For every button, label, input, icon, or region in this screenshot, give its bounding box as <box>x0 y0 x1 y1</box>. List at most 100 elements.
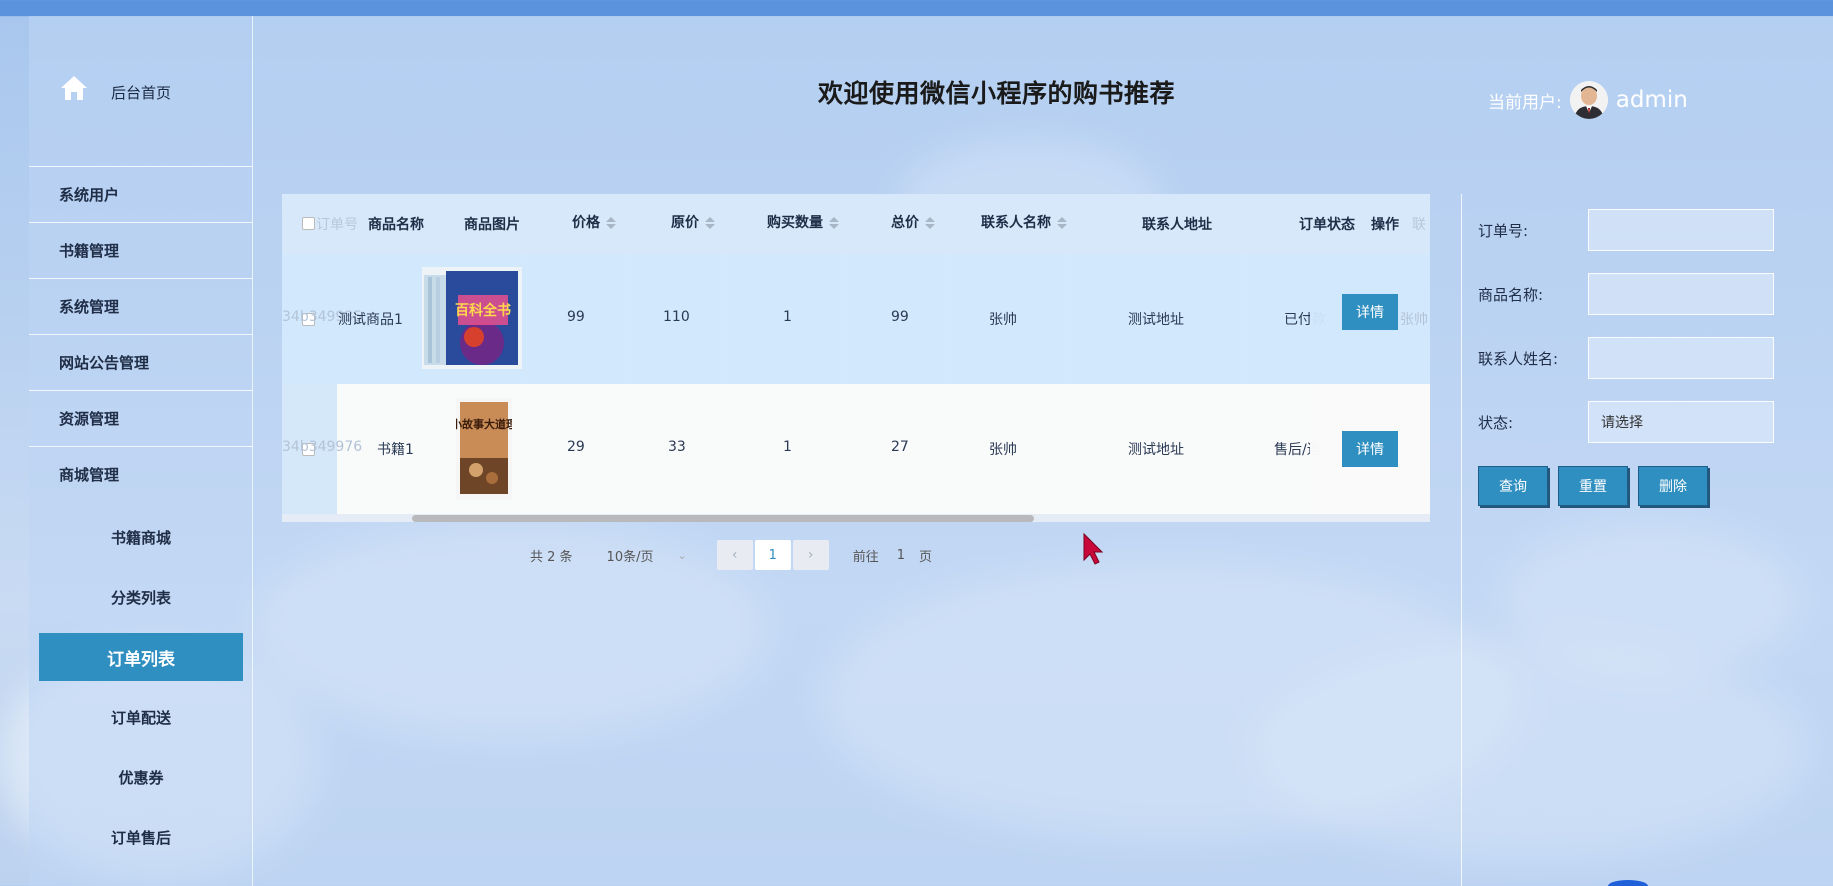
sidebar-item-announcement[interactable]: 网站公告管理 <box>29 334 253 390</box>
header-qty[interactable]: 购买数量 <box>767 212 839 232</box>
avatar-icon <box>1569 81 1608 119</box>
submenu-order-list[interactable]: 订单列表 <box>39 633 243 681</box>
goods-image[interactable]: 小故事大道理 <box>450 398 517 500</box>
sidebar-item-label: 商城管理 <box>59 466 120 484</box>
header-total-label: 总价 <box>891 215 919 231</box>
cell-goods-name: 测试商品1 <box>338 312 403 328</box>
cell-total: 99 <box>891 309 909 325</box>
contact-name-label: 联系人姓名: <box>1478 350 1559 368</box>
home-label: 后台首页 <box>111 84 172 102</box>
sidebar-item-label: 资源管理 <box>59 410 120 428</box>
cell-price: 99 <box>567 309 585 325</box>
header-order-status-label: 订单状态 <box>1299 217 1355 233</box>
cell-price: 29 <box>567 439 585 455</box>
sort-icon[interactable] <box>606 217 616 229</box>
pagination-total: 共 2 条 <box>530 549 573 565</box>
page-number[interactable]: 1 <box>754 540 791 570</box>
current-user-label: 当前用户: <box>1488 92 1562 113</box>
goods-name-label: 商品名称: <box>1478 286 1544 304</box>
sidebar-item-resources[interactable]: 资源管理 <box>29 390 253 446</box>
header-goods-image: 商品图片 <box>464 217 520 233</box>
header-contact-name[interactable]: 联系人名称 <box>981 212 1067 232</box>
prev-page-button[interactable]: ‹ <box>716 540 753 570</box>
user-info: 当前用户: admin <box>1488 78 1688 122</box>
orders-table: 订单号 商品名称 商品图片 价格 原价 购买数量 总价 联系人名称 联系人地址 … <box>282 194 1430 522</box>
cell-total: 27 <box>891 439 909 455</box>
order-no-input[interactable] <box>1588 209 1774 251</box>
submenu-after-sales[interactable]: 订单售后 <box>29 807 253 867</box>
sort-icon[interactable] <box>925 217 935 229</box>
goto-page-input[interactable]: 1 <box>897 548 905 563</box>
sidebar-item-system-management[interactable]: 系统管理 <box>29 278 253 334</box>
header-orig-price[interactable]: 原价 <box>671 212 715 232</box>
contact-name-input[interactable] <box>1588 337 1774 379</box>
cell-contact-addr: 测试地址 <box>1128 312 1184 328</box>
sidebar-menu: 系统用户 书籍管理 系统管理 网站公告管理 资源管理 商城管理 <box>29 166 253 502</box>
header-goods-name: 商品名称 <box>368 217 424 233</box>
header-price-label: 价格 <box>572 215 600 231</box>
header-order-no[interactable]: 订单号 <box>316 214 358 234</box>
goods-name-input[interactable] <box>1588 273 1774 315</box>
query-button[interactable]: 查询 <box>1478 466 1548 506</box>
goods-image[interactable]: 百科全书 <box>422 267 522 369</box>
table-header: 订单号 商品名称 商品图片 价格 原价 购买数量 总价 联系人名称 联系人地址 … <box>282 194 1430 254</box>
page-size-select[interactable]: 10条/页 ⌄ <box>607 546 687 565</box>
cover-title: 百科全书 <box>455 302 511 319</box>
header-order-status: 订单状态 <box>1299 214 1355 234</box>
cell-contact-addr: 测试地址 <box>1128 442 1184 458</box>
sort-icon[interactable] <box>829 217 839 229</box>
reset-button[interactable]: 重置 <box>1558 466 1628 506</box>
page-suffix: 页 <box>919 549 933 565</box>
sort-icon[interactable] <box>705 217 715 229</box>
header-extra: 联 <box>1412 217 1426 233</box>
sidebar-item-mall[interactable]: 商城管理 <box>29 446 253 502</box>
header-contact-name-label: 联系人名称 <box>981 215 1051 231</box>
status-label: 状态: <box>1478 414 1514 432</box>
goto-label: 前往 <box>852 549 879 565</box>
cell-contact-name: 张帅 <box>989 312 1017 328</box>
chevron-left-icon: ‹ <box>731 547 738 563</box>
cell-contact-name: 张帅 <box>989 442 1017 458</box>
status-select-value: 请选择 <box>1601 415 1643 431</box>
goto-page: 前往 1 页 <box>853 546 932 565</box>
submenu-book-mall[interactable]: 书籍商城 <box>29 507 253 567</box>
horizontal-scrollbar[interactable] <box>412 515 1034 522</box>
delete-button[interactable]: 删除 <box>1638 466 1708 506</box>
cell-goods-name: 书籍1 <box>377 442 414 458</box>
floating-widget[interactable] <box>1608 880 1648 886</box>
sidebar-item-system-users[interactable]: 系统用户 <box>29 166 253 222</box>
chevron-down-icon: ⌄ <box>677 548 687 562</box>
table-row[interactable]: 34b349976 书籍1 小故事大道理 29 33 1 27 张帅 测试地址 … <box>282 384 1430 514</box>
submenu-coupon[interactable]: 优惠券 <box>29 747 253 807</box>
avatar[interactable] <box>1569 81 1608 119</box>
status-select[interactable]: 请选择 <box>1588 401 1774 443</box>
header-price[interactable]: 价格 <box>572 212 616 232</box>
sidebar-submenu: 书籍商城 分类列表 订单列表 订单配送 优惠券 订单售后 <box>29 507 253 867</box>
page-size-value: 10条/页 <box>606 549 654 565</box>
header-qty-label: 购买数量 <box>767 215 823 231</box>
cell-extra: 张帅 <box>1400 312 1428 328</box>
home-link[interactable]: 后台首页 <box>29 70 253 110</box>
order-no-label: 订单号: <box>1478 222 1529 240</box>
sidebar-item-label: 书籍管理 <box>59 242 120 260</box>
submenu-category-list[interactable]: 分类列表 <box>29 567 253 627</box>
header-action: 操作 <box>1357 214 1413 234</box>
cell-qty: 1 <box>783 439 792 455</box>
next-page-button[interactable]: › <box>792 540 829 570</box>
username[interactable]: admin <box>1616 87 1688 113</box>
detail-button[interactable]: 详情 <box>1342 431 1398 467</box>
sidebar-item-label: 系统管理 <box>59 298 120 316</box>
header-orig-price-label: 原价 <box>671 215 699 231</box>
header-total[interactable]: 总价 <box>891 212 935 232</box>
cover-title: 小故事大道理 <box>456 417 512 431</box>
book-cover-encyclopedia: 百科全书 <box>422 267 522 369</box>
select-all-checkbox[interactable] <box>302 217 315 230</box>
sort-icon[interactable] <box>1057 217 1067 229</box>
cell-orig-price: 33 <box>668 439 686 455</box>
sidebar-item-book-management[interactable]: 书籍管理 <box>29 222 253 278</box>
detail-button[interactable]: 详情 <box>1342 294 1398 330</box>
sidebar-item-label: 网站公告管理 <box>59 354 150 372</box>
submenu-order-delivery[interactable]: 订单配送 <box>29 687 253 747</box>
mouse-cursor-icon <box>1083 532 1104 565</box>
table-row[interactable]: 34b349935 测试商品1 百科全书 99 110 1 99 张帅 测试地址… <box>282 254 1430 384</box>
